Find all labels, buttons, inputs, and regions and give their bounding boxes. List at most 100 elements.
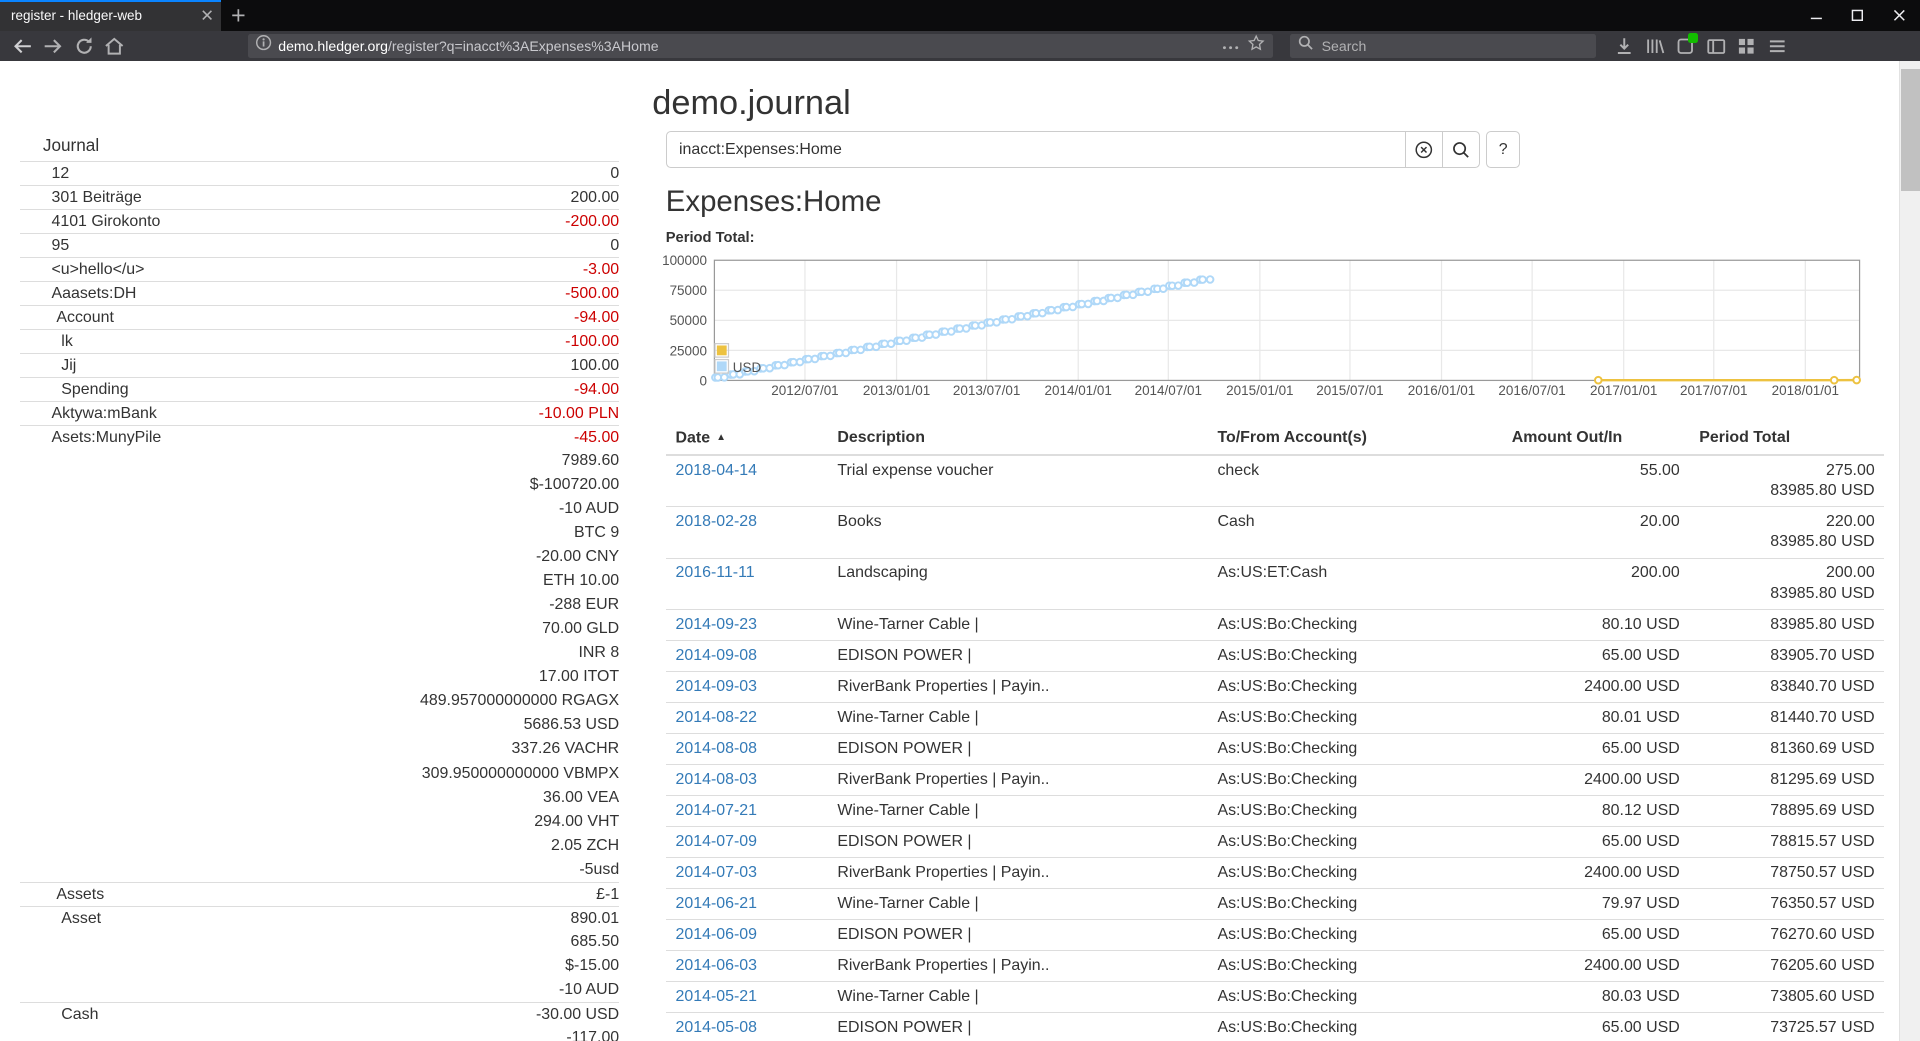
transaction-date-link[interactable]: 2014-07-21 xyxy=(676,802,757,819)
sidebar-account-row: Assets£-1 xyxy=(20,882,620,906)
transaction-date-link[interactable]: 2014-09-23 xyxy=(676,616,757,633)
account-link[interactable]: Jij xyxy=(20,354,77,377)
sidebar-toggle-icon[interactable] xyxy=(1700,31,1731,62)
url-bar[interactable]: demo.hledger.org/register?q=inacct%3AExp… xyxy=(248,34,1273,57)
account-link[interactable]: Asets:MunyPile xyxy=(20,426,162,449)
account-balance: ETH 10.00 xyxy=(543,569,619,593)
extension-icon[interactable] xyxy=(1670,31,1701,62)
home-icon[interactable] xyxy=(99,31,130,62)
amount-cell: 2400.00 USD xyxy=(1502,950,1690,981)
amount-cell: 20.00 xyxy=(1502,507,1690,558)
account-link[interactable]: Assets xyxy=(20,883,105,906)
transaction-date-link[interactable]: 2014-08-03 xyxy=(676,771,757,788)
account-link[interactable]: Cash xyxy=(20,1003,99,1026)
transaction-date-link[interactable]: 2014-07-09 xyxy=(676,833,757,850)
account-cell: check xyxy=(1208,455,1502,507)
account-link[interactable]: 301 Beiträge xyxy=(20,186,142,209)
total-column-header: Period Total xyxy=(1690,423,1885,455)
sidebar-account-row: Spending-94.00 xyxy=(20,377,620,401)
description-cell: EDISON POWER | xyxy=(828,733,1208,764)
reload-icon[interactable] xyxy=(69,31,100,62)
new-tab-button[interactable] xyxy=(221,0,255,31)
journal-link[interactable]: Journal xyxy=(43,135,99,156)
transaction-date-link[interactable]: 2014-05-08 xyxy=(676,1019,757,1036)
account-link[interactable]: 12 xyxy=(20,162,70,185)
account-link[interactable]: Spending xyxy=(20,378,129,401)
date-cell: 2014-05-21 xyxy=(666,981,828,1012)
transaction-date-link[interactable]: 2018-04-14 xyxy=(676,462,757,479)
downloads-icon[interactable] xyxy=(1609,31,1640,62)
apps-grid-icon[interactable] xyxy=(1731,31,1762,62)
transaction-date-link[interactable]: 2018-02-28 xyxy=(676,513,757,530)
sidebar-balance-line: ETH 10.00 xyxy=(20,569,620,593)
transaction-date-link[interactable]: 2014-09-03 xyxy=(676,678,757,695)
account-balance: INR 8 xyxy=(578,641,619,665)
page-actions-icon[interactable] xyxy=(1222,34,1239,57)
account-link[interactable]: Aktywa:mBank xyxy=(20,402,157,425)
sidebar-balance-line: 294.00 VHT xyxy=(20,810,620,834)
transaction-date-link[interactable]: 2014-06-03 xyxy=(676,957,757,974)
description-cell: Wine-Tarner Cable | xyxy=(828,981,1208,1012)
back-icon[interactable] xyxy=(7,31,38,62)
transaction-date-link[interactable]: 2014-08-22 xyxy=(676,709,757,726)
close-window-button[interactable] xyxy=(1878,0,1920,31)
menu-hamburger-icon[interactable] xyxy=(1762,31,1793,62)
sidebar-account-row: 120 xyxy=(20,161,620,185)
sidebar-balance-line: 5686.53 USD xyxy=(20,713,620,737)
account-balance: -45.00 xyxy=(574,426,619,449)
register-row: 2014-06-03RiverBank Properties | Payin..… xyxy=(666,950,1885,981)
clear-query-button[interactable] xyxy=(1405,131,1443,168)
account-link[interactable]: 4101 Girokonto xyxy=(20,210,161,233)
period-total-chart[interactable]: 2012/07/012013/01/012013/07/012014/01/01… xyxy=(658,248,1864,405)
help-button[interactable]: ? xyxy=(1486,131,1520,168)
date-cell: 2014-06-09 xyxy=(666,919,828,950)
account-balance: 7989.60 xyxy=(562,449,620,473)
account-balance: 890.01 xyxy=(570,907,619,930)
transaction-date-link[interactable]: 2014-07-03 xyxy=(676,864,757,881)
library-icon[interactable] xyxy=(1639,31,1670,62)
transaction-date-link[interactable]: 2014-08-08 xyxy=(676,740,757,757)
transaction-date-link[interactable]: 2016-11-11 xyxy=(676,564,755,581)
transaction-date-link[interactable]: 2014-06-09 xyxy=(676,926,757,943)
account-link[interactable]: Aaasets:DH xyxy=(20,282,137,305)
svg-text:2017/01/01: 2017/01/01 xyxy=(1590,383,1657,398)
account-balance: 2.05 ZCH xyxy=(551,834,619,858)
amount-cell: 200.00 xyxy=(1502,558,1690,609)
account-link xyxy=(20,930,52,954)
scrollbar-thumb[interactable] xyxy=(1901,69,1919,192)
description-cell: Landscaping xyxy=(828,558,1208,609)
browser-search-box[interactable]: Search xyxy=(1290,34,1597,57)
navigation-toolbar: demo.hledger.org/register?q=inacct%3AExp… xyxy=(0,31,1920,62)
account-cell: As:US:Bo:Checking xyxy=(1208,950,1502,981)
browser-tab[interactable]: register - hledger-web xyxy=(0,0,221,31)
transaction-date-link[interactable]: 2014-09-08 xyxy=(676,647,757,664)
minimize-button[interactable] xyxy=(1795,0,1837,31)
register-header-row: Date▲ Description To/From Account(s) Amo… xyxy=(666,423,1885,455)
register-row: 2014-08-22Wine-Tarner Cable |As:US:Bo:Ch… xyxy=(666,702,1885,733)
page-scrollbar[interactable] xyxy=(1899,61,1920,1041)
bookmark-star-icon[interactable] xyxy=(1247,34,1265,58)
tab-close-icon[interactable] xyxy=(201,9,213,21)
account-balance: -30.00 USD xyxy=(536,1003,619,1026)
account-link xyxy=(20,978,52,1002)
maximize-button[interactable] xyxy=(1837,0,1879,31)
transaction-date-link[interactable]: 2014-05-21 xyxy=(676,988,757,1005)
date-cell: 2018-02-28 xyxy=(666,507,828,558)
account-link[interactable]: Account xyxy=(20,306,114,329)
forward-icon[interactable] xyxy=(38,31,69,62)
sidebar-account-row: Cash -30.00 USD xyxy=(20,1002,620,1026)
account-link[interactable]: Asset xyxy=(20,907,102,930)
account-link[interactable]: <u>hello</u> xyxy=(20,258,145,281)
submit-search-button[interactable] xyxy=(1442,131,1480,168)
register-row: 2014-09-03RiverBank Properties | Payin..… xyxy=(666,671,1885,702)
site-info-icon[interactable] xyxy=(255,34,272,57)
date-column-header[interactable]: Date▲ xyxy=(666,423,828,455)
account-link[interactable]: 95 xyxy=(20,234,70,257)
transaction-date-link[interactable]: 2014-06-21 xyxy=(676,895,757,912)
register-table: Date▲ Description To/From Account(s) Amo… xyxy=(666,423,1885,1041)
query-input[interactable] xyxy=(666,131,1407,168)
account-balance: $-15.00 xyxy=(565,954,619,978)
date-cell: 2014-06-21 xyxy=(666,888,828,919)
account-link[interactable]: lk xyxy=(20,330,73,353)
description-cell: EDISON POWER | xyxy=(828,919,1208,950)
